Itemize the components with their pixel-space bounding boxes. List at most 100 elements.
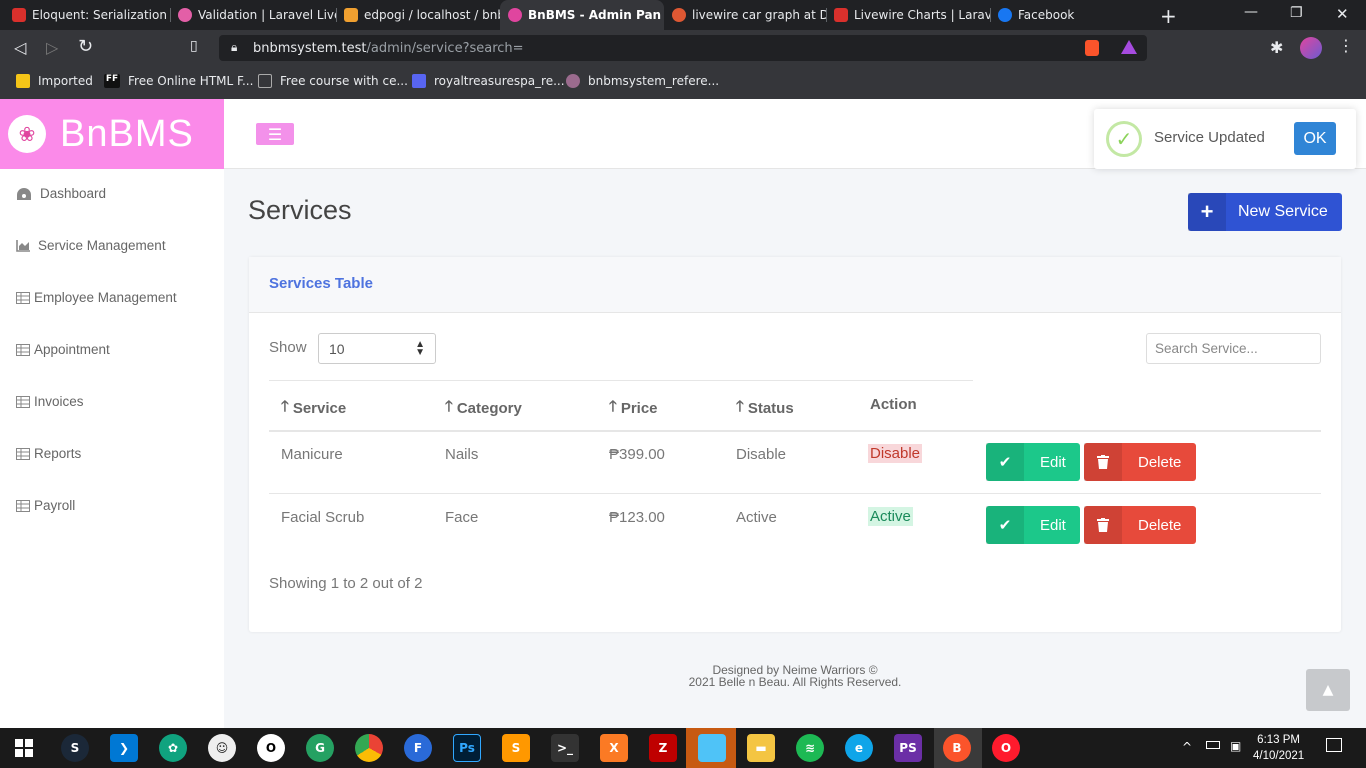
windows-start-icon[interactable] [10,734,38,762]
chrome-icon[interactable] [355,734,383,762]
scroll-to-top-button[interactable]: ▲ [1306,669,1350,711]
terminal-icon[interactable]: >_ [551,734,579,762]
column-header-category[interactable]: 🡑 Category [445,396,522,421]
system-clock[interactable]: 6:13 PM 4/10/2021 [1253,732,1304,764]
brave-shield-icon[interactable] [1085,40,1099,56]
bookmark-item[interactable]: FF Free Online HTML F... [104,74,253,88]
photoshop-icon[interactable]: Ps [453,734,481,762]
plus-icon: + [1188,193,1226,231]
delete-button[interactable]: Delete [1084,443,1196,481]
chatgpt-icon[interactable]: ✿ [159,734,187,762]
profile-avatar[interactable] [1300,37,1322,59]
delete-button[interactable]: Delete [1084,506,1196,544]
column-header-service[interactable]: 🡑 Service [281,396,346,421]
notifications-icon[interactable] [1326,738,1342,752]
sidebar-item-reports[interactable]: Reports [16,446,81,461]
forward-icon[interactable]: ▷ [46,38,58,57]
sidebar-item-label: Invoices [34,394,84,409]
cell-price: ₱123.00 [609,509,665,526]
search-service-input[interactable] [1146,333,1321,364]
sidebar-item-payroll[interactable]: Payroll [16,498,75,513]
sidebar-item-invoices[interactable]: Invoices [16,394,84,409]
toast-ok-button[interactable]: OK [1294,122,1336,155]
sort-arrow-up-icon: 🡑 [736,398,744,415]
browser-tab-active[interactable]: BnBMS - Admin Pan✕ [500,0,664,30]
gitkraken-icon[interactable]: G [306,734,334,762]
emoji-app-icon[interactable]: ☺ [208,734,236,762]
brand-header[interactable]: ❀ BnBMS [0,99,224,169]
browser-tab[interactable]: edpogi / localhost / bnb [336,0,500,30]
sidebar-item-employee-management[interactable]: Employee Management [16,290,177,305]
firefox-dev-icon[interactable]: F [404,734,432,762]
menu-icon[interactable]: ⋮ [1338,36,1354,55]
spotify-icon[interactable]: ≋ [796,734,824,762]
chevron-up-tray-icon[interactable]: ^ [1182,740,1192,754]
sidebar-toggle-button[interactable]: ☰ [256,123,294,145]
back-icon[interactable]: ◁ [14,38,26,57]
pagination-summary: Showing 1 to 2 out of 2 [269,575,423,592]
cell-service: Facial Scrub [281,509,365,526]
success-check-icon: ✓ [1106,121,1142,157]
column-header-status[interactable]: 🡑 Status [736,396,794,421]
bookmark-item[interactable]: Free course with ce... [258,74,408,88]
opera-icon[interactable]: O [992,734,1020,762]
new-service-button[interactable]: + New Service [1188,193,1342,231]
bookmark-icon[interactable]: ▯ [190,38,198,54]
browser-tab[interactable]: livewire car graph at Du [664,0,826,30]
lock-icon: 🔒︎ [231,40,238,54]
livewire-favicon-icon [178,8,192,22]
file-explorer-icon[interactable]: ▬ [747,734,775,762]
obs-icon[interactable]: O [257,734,285,762]
network-icon[interactable]: ▣ [1230,739,1241,753]
cell-service: Manicure [281,446,343,463]
brave-icon[interactable]: B [943,734,971,762]
table-icon [16,447,30,460]
extensions-icon[interactable]: ✱ [1270,38,1283,57]
new-tab-icon[interactable]: + [1160,4,1177,28]
page-title: Services [248,195,352,225]
bookmark-label: Imported [38,74,93,88]
cell-status: Disable [736,446,787,463]
ff-icon: FF [104,74,120,88]
battery-icon[interactable] [1206,741,1220,749]
sidebar: ❀ BnBMS Dashboard Service Management Emp… [0,99,224,728]
xampp-icon[interactable]: X [600,734,628,762]
filezilla-icon[interactable]: Z [649,734,677,762]
bookmark-label: Free Online HTML F... [128,74,254,88]
browser-tab[interactable]: Eloquent: Serialization - [4,0,170,30]
edit-button[interactable]: ✔ Edit [986,506,1080,544]
edit-button[interactable]: ✔ Edit [986,443,1080,481]
discord-icon [412,74,426,88]
show-label: Show [269,339,307,356]
sidebar-item-service-management[interactable]: Service Management [16,238,166,253]
address-bar[interactable]: 🔒︎ bnbmsystem.test/admin/service?search= [219,35,1147,61]
sublime-icon[interactable]: S [502,734,530,762]
column-header-price[interactable]: 🡑 Price [609,396,658,421]
vscode-icon[interactable]: ❯ [110,734,138,762]
facebook-favicon-icon [998,8,1012,22]
page-size-select[interactable]: 10 ▲ ▼ [318,333,436,364]
tab-title: Eloquent: Serialization - [32,8,170,22]
gauge-icon [17,187,31,200]
browser-tab[interactable]: Livewire Charts | Laravel [826,0,990,30]
bookmark-item[interactable]: Imported [16,74,93,88]
close-window-icon[interactable]: ✕ [1336,5,1349,23]
restore-icon[interactable]: ❐ [1290,5,1303,21]
table-icon [16,499,30,512]
phpmyadmin-favicon-icon [344,8,358,22]
phpstorm-icon[interactable]: PS [894,734,922,762]
active-app-icon[interactable] [698,734,726,762]
minimize-icon[interactable]: — [1244,4,1258,20]
toast-message: Service Updated [1154,129,1265,146]
sidebar-item-appointment[interactable]: Appointment [16,342,110,357]
bookmark-item[interactable]: royaltreasurespa_re... [412,74,565,88]
edge-icon[interactable]: e [845,734,873,762]
bookmark-item[interactable]: bnbmsystem_refere... [566,74,719,88]
browser-tab[interactable]: Validation | Laravel Livev [170,0,336,30]
reload-icon[interactable]: ↻ [78,36,93,57]
url-host: bnbmsystem.test [253,40,367,56]
browser-tab[interactable]: Facebook [990,0,1150,30]
sidebar-item-dashboard[interactable]: Dashboard [16,186,106,201]
brave-rewards-icon[interactable] [1121,40,1137,54]
steam-icon[interactable]: S [61,734,89,762]
